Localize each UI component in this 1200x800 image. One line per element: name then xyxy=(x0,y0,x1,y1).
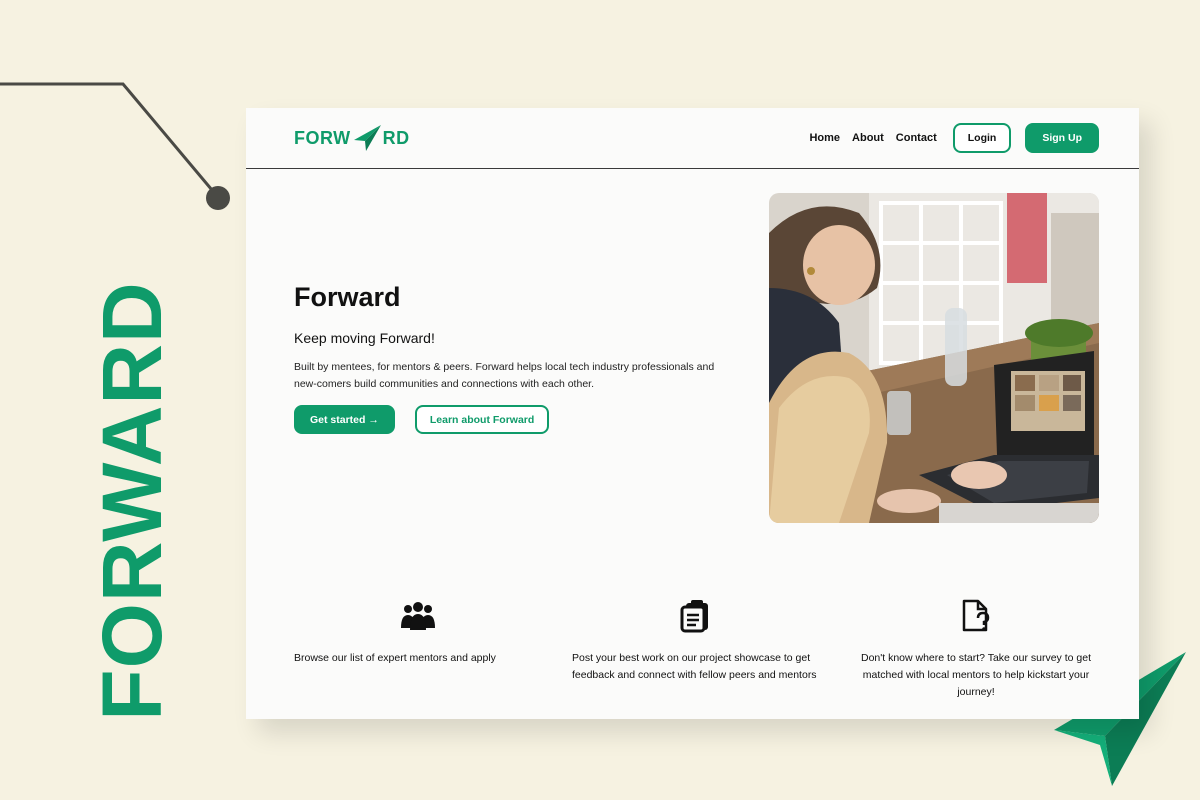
question-document-icon xyxy=(962,599,990,632)
features-section: Browse our list of expert mentors and ap… xyxy=(246,598,1139,708)
nav-about[interactable]: About xyxy=(850,132,886,144)
hero-description: Built by mentees, for mentors & peers. F… xyxy=(294,361,715,390)
nav-links: Home About Contact Login Sign Up xyxy=(807,123,1099,153)
nav-home[interactable]: Home xyxy=(807,132,842,144)
hero-photo xyxy=(769,193,1099,523)
logo-text-right: RD xyxy=(382,127,410,148)
navbar: FORW RD Home About Contact Login Sign Up xyxy=(246,108,1139,169)
logo-arrow-icon xyxy=(353,125,381,151)
vertical-brand-text: FORWARD xyxy=(85,281,179,721)
get-started-button[interactable]: Get started → xyxy=(294,405,395,434)
learn-about-button[interactable]: Learn about Forward xyxy=(414,405,550,434)
feature-showcase-text: Post your best work on our project showc… xyxy=(572,652,817,681)
login-button[interactable]: Login xyxy=(952,123,1012,153)
feature-survey-text: Don't know where to start? Take our surv… xyxy=(860,652,1091,698)
website-card: FORW RD Home About Contact Login Sign Up… xyxy=(246,108,1139,719)
decorative-line-with-dot xyxy=(0,82,230,210)
group-icon xyxy=(401,602,435,630)
signup-button[interactable]: Sign Up xyxy=(1025,123,1099,153)
cta-row: Get started → Learn about Forward xyxy=(294,405,550,434)
feature-mentors-text: Browse our list of expert mentors and ap… xyxy=(294,652,496,664)
clipboard-icon xyxy=(680,600,708,633)
nav-contact[interactable]: Contact xyxy=(894,132,939,144)
hero-tagline: Keep moving Forward! xyxy=(294,330,435,346)
logo[interactable]: FORW RD xyxy=(294,124,410,152)
hero-title: Forward xyxy=(294,282,401,312)
logo-text-left: FORW xyxy=(294,127,351,148)
